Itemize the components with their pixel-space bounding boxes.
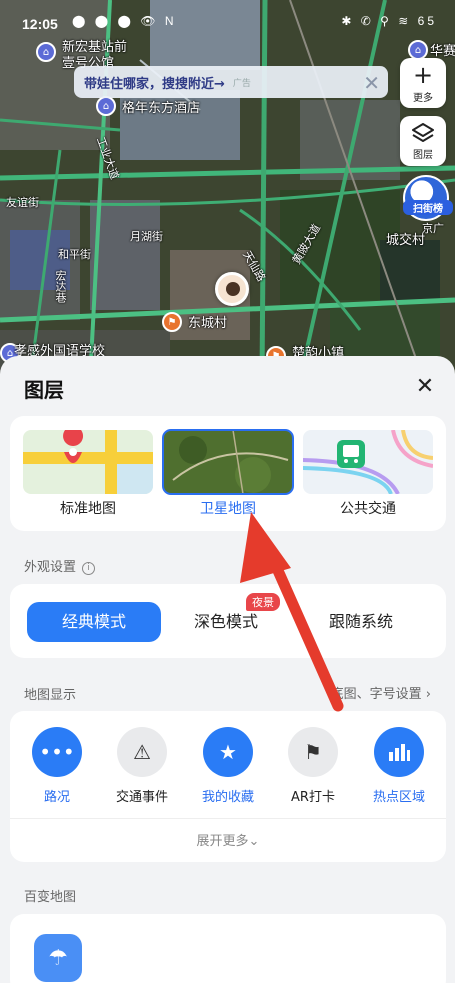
close-icon[interactable]: ✕ bbox=[363, 71, 380, 95]
transit-map-thumb-icon bbox=[303, 430, 433, 494]
mode-system-button[interactable]: 跟随系统 bbox=[294, 602, 428, 642]
map-label: 京广 bbox=[422, 222, 444, 235]
info-icon[interactable]: i bbox=[82, 562, 96, 575]
map-label: 月湖街 bbox=[130, 230, 163, 243]
close-icon[interactable]: ✕ bbox=[412, 374, 438, 400]
satellite-map-thumb-icon bbox=[163, 430, 293, 494]
plus-icon: + bbox=[412, 60, 434, 89]
map-view[interactable]: 12:05 ⬤ ⬤ ⬤ 👁 N ✱ ✆ ⚲ ≋ 65 ⌂ 新宏基站前 壹号公馆 … bbox=[0, 0, 455, 380]
poi-apartment-icon[interactable]: ⌂ bbox=[408, 40, 428, 60]
display-item-label: 路况 bbox=[43, 790, 70, 805]
night-badge: 夜景 bbox=[246, 593, 280, 611]
panel-title: 图层 bbox=[24, 378, 64, 402]
heat-bar-icon bbox=[374, 727, 424, 777]
promo-search-banner[interactable]: 带娃住哪家，搜搜附近→ 广告 ✕ bbox=[74, 66, 388, 98]
flag-icon: ⚑ bbox=[288, 727, 338, 777]
map-type-transit[interactable] bbox=[303, 430, 433, 494]
display-item-traffic-event[interactable]: ⚠ 交通事件 bbox=[102, 727, 182, 805]
poi-village-icon[interactable]: ⚑ bbox=[162, 312, 182, 332]
expand-more-button[interactable]: 展开更多⌄ bbox=[10, 830, 446, 849]
notification-icons: ⬤ ⬤ ⬤ 👁 N bbox=[72, 14, 177, 28]
more-label: 更多 bbox=[413, 92, 433, 104]
layers-panel: 图层 ✕ 标准地图 卫星地图 公共交通 外观设置 i 经典模式 深色模式 跟随系… bbox=[0, 356, 455, 983]
more-button[interactable]: + 更多 bbox=[400, 58, 446, 108]
banner-text: 带娃住哪家，搜搜附近→ bbox=[84, 76, 225, 92]
map-label: 华赛 bbox=[430, 44, 455, 59]
map-type-standard[interactable] bbox=[23, 430, 153, 494]
traffic-dots-icon: ••• bbox=[32, 727, 82, 777]
street-ranking-badge[interactable]: 扫街榜 bbox=[403, 175, 453, 221]
display-item-label: AR打卡 bbox=[291, 790, 335, 805]
weather-rain-icon[interactable]: ☂ bbox=[34, 934, 82, 982]
traffic-event-icon: ⚠ bbox=[117, 727, 167, 777]
layers-icon bbox=[412, 122, 434, 142]
appearance-mode-card: 经典模式 深色模式 跟随系统 bbox=[10, 584, 446, 658]
chevron-right-icon: › bbox=[425, 687, 431, 702]
map-type-label: 标准地图 bbox=[60, 501, 116, 517]
map-display-card: ••• 路况 ⚠ 交通事件 ★ 我的收藏 ⚑ AR打卡 热点区域 展开更多⌄ bbox=[10, 711, 446, 862]
mode-classic-button[interactable]: 经典模式 bbox=[27, 602, 161, 642]
map-label: 宏达巷 bbox=[54, 270, 67, 303]
layers-label: 图层 bbox=[413, 149, 433, 161]
variety-map-card: ☂ bbox=[10, 914, 446, 983]
poi-hotel-icon[interactable]: ⌂ bbox=[96, 96, 116, 116]
map-type-label: 卫星地图 bbox=[200, 501, 256, 517]
display-item-ar-checkin[interactable]: ⚑ AR打卡 bbox=[273, 727, 353, 805]
display-settings-link[interactable]: 底图、字号设置 › bbox=[331, 683, 431, 702]
status-bar: 12:05 ⬤ ⬤ ⬤ 👁 N ✱ ✆ ⚲ ≋ 65 bbox=[0, 0, 455, 34]
display-item-traffic[interactable]: ••• 路况 bbox=[17, 727, 97, 805]
poi-apartment-icon[interactable]: ⌂ bbox=[36, 42, 56, 62]
map-label: 和平街 bbox=[58, 248, 91, 261]
rank-label: 扫街榜 bbox=[403, 200, 453, 215]
display-item-hotspots[interactable]: 热点区域 bbox=[359, 727, 439, 805]
system-icons: ✱ ✆ ⚲ ≋ 65 bbox=[341, 14, 437, 28]
map-type-label: 公共交通 bbox=[340, 501, 396, 517]
ad-tag: 广告 bbox=[232, 78, 251, 89]
map-label: 东城村 bbox=[188, 316, 228, 331]
display-item-label: 交通事件 bbox=[115, 790, 168, 805]
standard-map-thumb-icon bbox=[23, 430, 153, 494]
expand-label: 展开更多 bbox=[196, 834, 249, 849]
star-icon: ★ bbox=[203, 727, 253, 777]
user-location-avatar[interactable] bbox=[215, 272, 249, 306]
display-item-label: 热点区域 bbox=[372, 790, 425, 805]
display-link-label: 底图、字号设置 bbox=[330, 687, 422, 702]
map-label: 友谊街 bbox=[6, 196, 39, 209]
map-type-card: 标准地图 卫星地图 公共交通 bbox=[10, 416, 446, 531]
display-section-label: 地图显示 bbox=[24, 688, 77, 703]
divider bbox=[10, 818, 446, 819]
map-label: 城交村 bbox=[386, 233, 426, 248]
map-label: 格年东方酒店 bbox=[122, 101, 201, 116]
display-item-label: 我的收藏 bbox=[201, 790, 254, 805]
appearance-label: 外观设置 bbox=[24, 560, 77, 575]
display-item-favorites[interactable]: ★ 我的收藏 bbox=[188, 727, 268, 805]
clock: 12:05 bbox=[22, 16, 58, 32]
appearance-section-label: 外观设置 i bbox=[24, 556, 96, 575]
map-type-satellite[interactable] bbox=[162, 429, 294, 495]
chevron-down-icon: ⌄ bbox=[248, 834, 260, 849]
variety-section-label: 百变地图 bbox=[24, 890, 77, 905]
layers-button[interactable]: 图层 bbox=[400, 116, 446, 166]
